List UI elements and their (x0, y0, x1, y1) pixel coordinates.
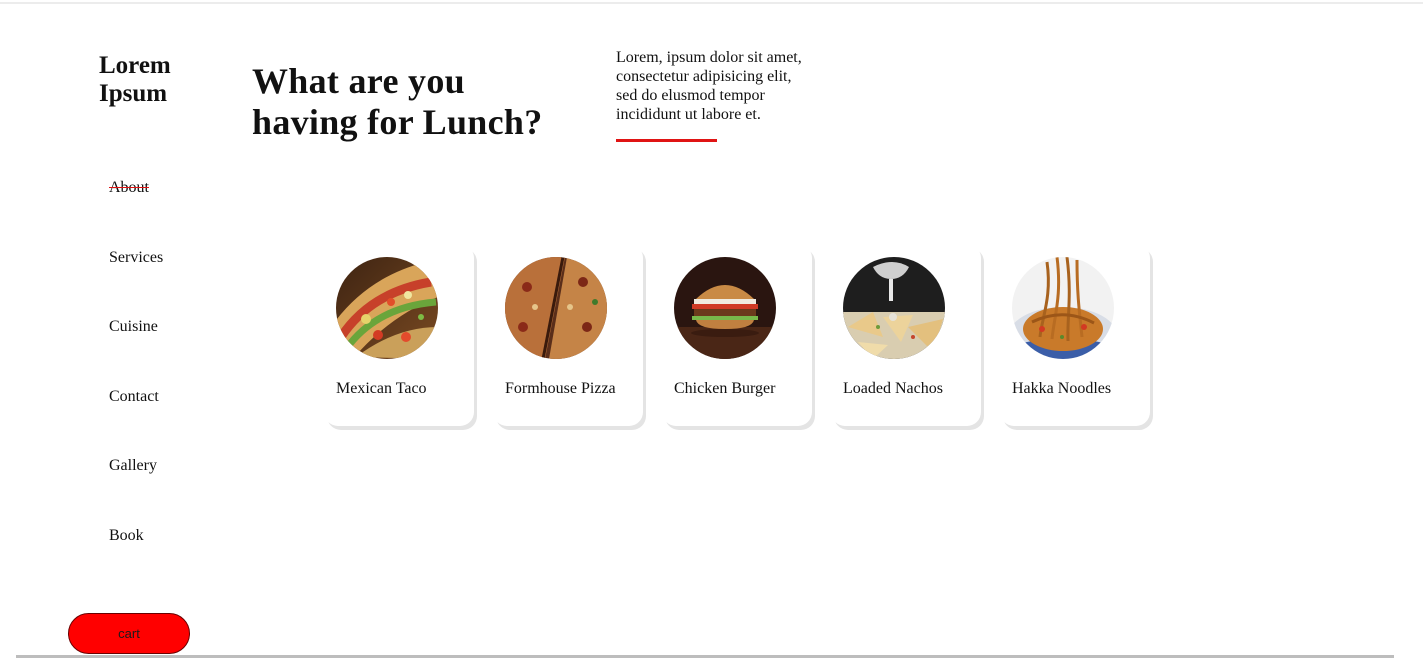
nav-item-services[interactable]: Services (109, 246, 163, 316)
pizza-photo (505, 257, 607, 359)
intro-text: Lorem, ipsum dolor sit amet, consectetur… (616, 49, 802, 123)
dish-name: Chicken Burger (674, 380, 776, 397)
page: Lorem Ipsum About Services Cuisine Conta… (0, 0, 1423, 658)
dish-name: Loaded Nachos (843, 380, 943, 397)
dish-name: Hakka Noodles (1012, 380, 1112, 397)
accent-underline (616, 139, 717, 142)
nav-item-cuisine[interactable]: Cuisine (109, 315, 163, 385)
page-headline: What are you having for Lunch? (252, 61, 543, 143)
brand-logo[interactable]: Lorem Ipsum (99, 52, 171, 108)
taco-photo (336, 257, 438, 359)
dish-card-hakka-noodles[interactable]: Hakka Noodles (1000, 244, 1150, 426)
nav-item-contact[interactable]: Contact (109, 385, 163, 455)
dish-name: Formhouse Pizza (505, 380, 616, 397)
top-divider (0, 2, 1423, 4)
headline-line-2: having for Lunch? (252, 102, 543, 142)
burger-photo (674, 257, 776, 359)
brand-line-1: Lorem (99, 52, 171, 79)
dish-name: Mexican Taco (336, 380, 427, 397)
nav-item-gallery[interactable]: Gallery (109, 454, 163, 524)
noodles-photo (1012, 257, 1114, 359)
dish-card-chicken-burger[interactable]: Chicken Burger (662, 244, 812, 426)
dish-card-formhouse-pizza[interactable]: Formhouse Pizza (493, 244, 643, 426)
headline-line-1: What are you (252, 61, 465, 101)
nav-item-about[interactable]: About (109, 176, 163, 246)
dish-card-mexican-taco[interactable]: Mexican Taco (324, 244, 474, 426)
nav-item-book[interactable]: Book (109, 524, 163, 594)
sidebar-nav: About Services Cuisine Contact Gallery B… (109, 176, 163, 594)
cart-button[interactable]: cart (68, 613, 190, 654)
brand-line-2: Ipsum (99, 80, 168, 107)
nachos-photo (843, 257, 945, 359)
dish-card-loaded-nachos[interactable]: Loaded Nachos (831, 244, 981, 426)
